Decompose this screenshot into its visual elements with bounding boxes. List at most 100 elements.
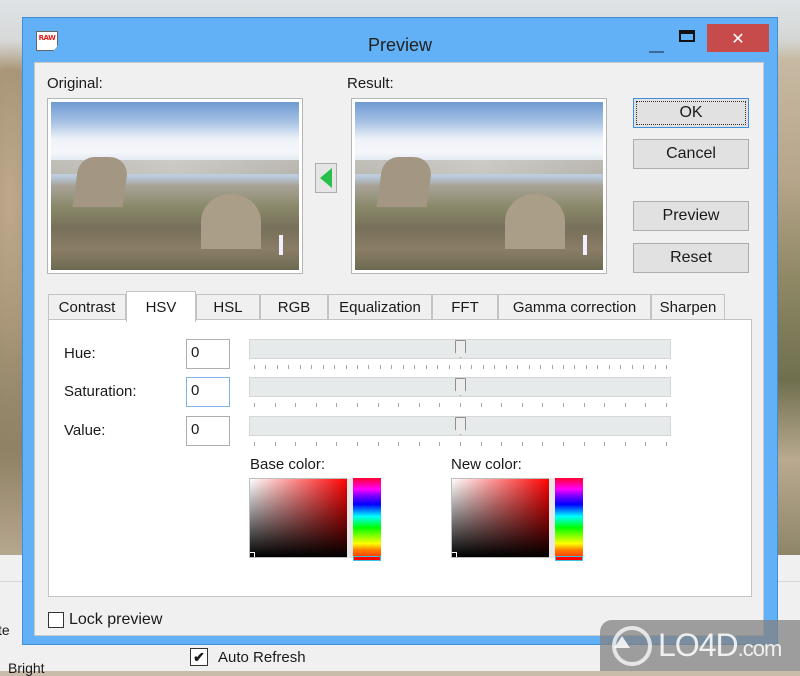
lock-preview-label: Lock preview (69, 611, 163, 628)
slider-tick (542, 442, 544, 446)
slider-tick (425, 365, 427, 369)
ok-button[interactable]: OK (633, 98, 749, 128)
slider-tick (418, 403, 420, 407)
slider-tick (439, 442, 441, 446)
tab-sharpen[interactable]: Sharpen (651, 294, 725, 320)
hue-slider[interactable] (249, 339, 671, 375)
slider-tick (574, 365, 576, 369)
slider-tick (551, 365, 553, 369)
background-partial-label: te (0, 622, 10, 638)
copy-arrow-button[interactable] (315, 163, 337, 193)
background-partial-label: Bright (8, 660, 45, 676)
hue-label: Hue: (64, 345, 96, 362)
hue-selector[interactable] (353, 556, 381, 561)
value-input[interactable]: 0 (186, 416, 230, 446)
slider-tick (471, 365, 473, 369)
base-hue-bar[interactable] (353, 478, 381, 561)
auto-refresh-label: Auto Refresh (218, 648, 306, 666)
slider-tick (254, 442, 255, 446)
slider-tick (368, 365, 370, 369)
close-icon: ✕ (731, 28, 745, 48)
hsv-panel: Hue: Saturation: Value: 0 0 0 Base color… (48, 319, 752, 597)
color-marker[interactable] (452, 552, 457, 557)
tab-gamma-correction[interactable]: Gamma correction (498, 294, 651, 320)
slider-tick (666, 365, 667, 369)
slider-tick (624, 403, 626, 407)
reset-button[interactable]: Reset (633, 243, 749, 273)
slider-tick (336, 403, 338, 407)
cancel-button[interactable]: Cancel (633, 139, 749, 169)
minimize-button[interactable] (645, 40, 669, 54)
slider-tick (299, 365, 301, 369)
title-bar[interactable]: RAW Preview ✕ (23, 18, 777, 55)
new-hue-bar[interactable] (555, 478, 583, 561)
tab-fft[interactable]: FFT (432, 294, 498, 320)
slider-tick (391, 365, 393, 369)
slider-tick (501, 403, 503, 407)
slider-tick (334, 365, 336, 369)
left-arrow-icon (320, 168, 332, 188)
slider-tick (276, 365, 278, 369)
slider-tick (336, 442, 338, 446)
slider-tick (666, 403, 667, 407)
slider-tick (448, 365, 450, 369)
slider-tick (295, 403, 297, 407)
slider-tick (315, 442, 317, 446)
tab-rgb[interactable]: RGB (260, 294, 328, 320)
slider-tick (418, 442, 420, 446)
close-button[interactable]: ✕ (707, 24, 769, 52)
slider-tick (460, 403, 461, 407)
slider-tick (563, 365, 564, 369)
slider-tick (288, 365, 290, 369)
saturation-label: Saturation: (64, 383, 137, 400)
hue-input[interactable]: 0 (186, 339, 230, 369)
checkbox-box[interactable] (48, 612, 64, 628)
watermark-text: LO4D.com (658, 627, 783, 664)
preview-button[interactable]: Preview (633, 201, 749, 231)
new-color-label: New color: (451, 456, 522, 473)
tab-equalization[interactable]: Equalization (328, 294, 432, 320)
color-marker[interactable] (250, 552, 255, 557)
watermark-suffix: .com (737, 636, 783, 661)
slider-tick (540, 365, 542, 369)
slider-tick (398, 442, 400, 446)
slider-tick (501, 442, 503, 446)
slider-tick (645, 403, 647, 407)
slider-tick (480, 442, 482, 446)
slider-tick (517, 365, 519, 369)
slider-tick (505, 365, 507, 369)
slider-tick (437, 365, 439, 369)
hue-selector[interactable] (555, 556, 583, 561)
preview-dialog: RAW Preview ✕ Original: Result: OK Cance… (22, 17, 778, 645)
auto-refresh-checkbox[interactable]: ✔ Auto Refresh (190, 648, 306, 666)
value-label: Value: (64, 422, 106, 439)
slider-tick (563, 442, 564, 446)
base-color-picker[interactable] (249, 478, 349, 558)
checkmark-icon[interactable]: ✔ (190, 648, 208, 666)
slider-tick (315, 403, 317, 407)
saturation-input[interactable]: 0 (186, 377, 230, 407)
slider-tick (583, 442, 585, 446)
slider-tick (379, 365, 381, 369)
maximize-button[interactable] (679, 30, 695, 42)
slider-tick (357, 365, 358, 369)
new-color-picker[interactable] (451, 478, 551, 558)
lock-preview-checkbox[interactable]: Lock preview (48, 611, 162, 629)
slider-tick (357, 403, 358, 407)
tab-contrast[interactable]: Contrast (48, 294, 126, 320)
tab-hsl[interactable]: HSL (196, 294, 260, 320)
value-slider[interactable] (249, 416, 671, 452)
slider-tick (377, 442, 379, 446)
slider-tick (460, 442, 461, 446)
tab-hsv[interactable]: HSV (126, 291, 196, 322)
slider-tick (521, 442, 523, 446)
dialog-body: Original: Result: OK Cancel Preview Rese… (34, 62, 764, 636)
lo4d-logo-icon (612, 625, 652, 666)
saturation-slider[interactable] (249, 377, 671, 413)
slider-tick (643, 365, 645, 369)
slider-tick (377, 403, 379, 407)
slider-tick (265, 365, 267, 369)
slider-tick (357, 442, 358, 446)
slider-tick (585, 365, 587, 369)
slider-tick (494, 365, 496, 369)
